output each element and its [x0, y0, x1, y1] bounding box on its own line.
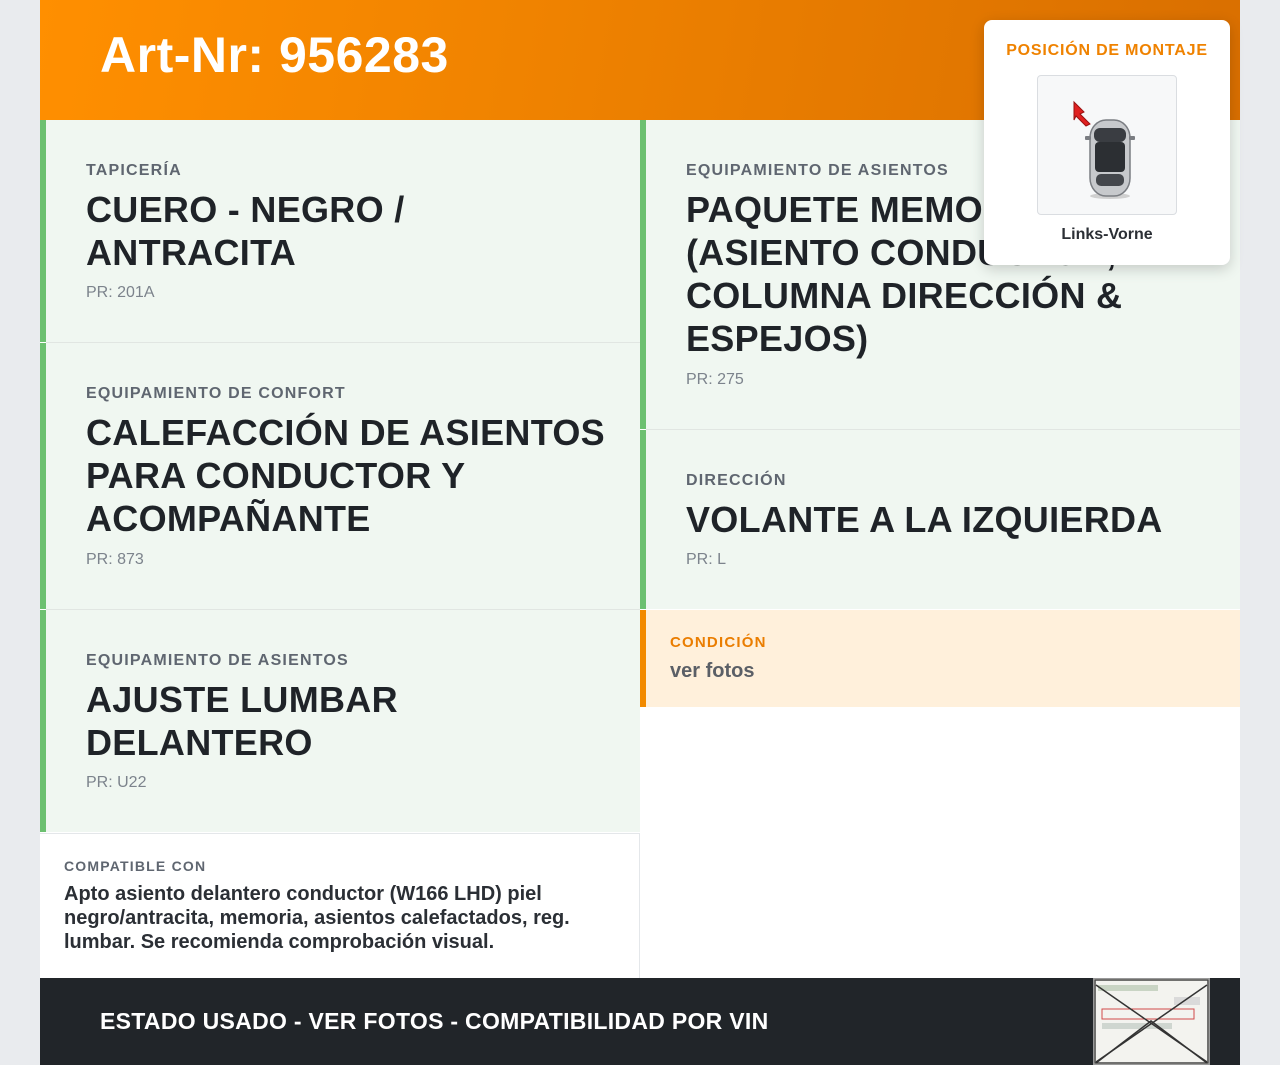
feature-lumbar: Equipamiento de asientos Ajuste lumbar d… — [40, 610, 640, 832]
feature-pr-code: PR: U22 — [86, 774, 147, 791]
feature-value: Calefacción de asientos para conductor y… — [86, 412, 605, 539]
feature-value: Cuero - negro / antracita — [86, 189, 405, 273]
feature-value: Volante a la izquierda — [686, 499, 1163, 540]
compatibility-label: COMPATIBLE CON — [64, 858, 207, 874]
document-thumbnail-icon — [1094, 979, 1209, 1064]
feature-label: Equipamiento de asientos — [86, 652, 349, 669]
mounting-position-value: Links-Vorne — [1061, 226, 1153, 243]
car-top-view-icon — [1073, 100, 1135, 199]
document-thumbnail[interactable] — [1093, 978, 1210, 1065]
car-position-image — [1037, 75, 1177, 215]
feature-pr-code: PR: 201A — [86, 284, 155, 301]
condition-box: CONDICIÓN ver fotos — [640, 610, 1240, 707]
compatibility-text: Apto asiento delantero conductor (W166 L… — [64, 883, 570, 953]
condition-label: CONDICIÓN — [670, 634, 767, 651]
feature-value: Ajuste lumbar delantero — [86, 679, 398, 763]
feature-label: Equipamiento de asientos — [686, 162, 949, 179]
mounting-position-card: POSICIÓN DE MONTAJE Links-Vorne — [984, 20, 1230, 265]
feature-pr-code: PR: 275 — [686, 371, 744, 388]
compatibility-section: COMPATIBLE CON Apto asiento delantero co… — [40, 833, 640, 978]
feature-pr-code: PR: L — [686, 551, 727, 568]
footer-text: ESTADO USADO - VER FOTOS - COMPATIBILIDA… — [100, 1008, 769, 1034]
feature-label: Tapicería — [86, 162, 182, 179]
condition-value: ver fotos — [670, 660, 755, 682]
feature-steering: Dirección Volante a la izquierda PR: L — [640, 430, 1240, 609]
mounting-position-title: POSICIÓN DE MONTAJE — [1006, 42, 1208, 59]
feature-pr-code: PR: 873 — [86, 551, 144, 568]
feature-label: Dirección — [686, 472, 787, 489]
feature-upholstery: Tapicería Cuero - negro / antracita PR: … — [40, 120, 640, 342]
feature-label: Equipamiento de confort — [86, 385, 346, 402]
feature-comfort: Equipamiento de confort Calefacción de a… — [40, 343, 640, 609]
article-number: Art-Nr: 956283 — [100, 27, 449, 83]
footer-bar: ESTADO USADO - VER FOTOS - COMPATIBILIDA… — [40, 978, 1240, 1065]
